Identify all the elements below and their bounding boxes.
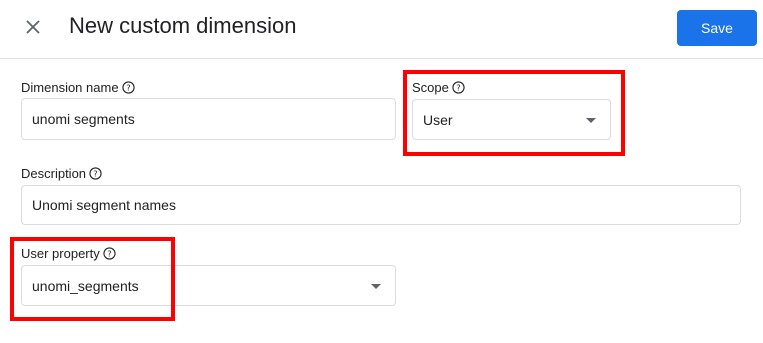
dialog-header: New custom dimension Save bbox=[0, 0, 763, 59]
save-button[interactable]: Save bbox=[677, 10, 757, 46]
user-property-selected-value: unomi_segments bbox=[32, 277, 139, 294]
dimension-name-label-text: Dimension name bbox=[21, 80, 119, 95]
dimension-name-field[interactable] bbox=[21, 98, 396, 140]
description-label-text: Description bbox=[21, 166, 87, 181]
user-property-label: User property ? bbox=[21, 246, 116, 261]
chevron-down-icon bbox=[586, 117, 596, 123]
help-icon[interactable]: ? bbox=[103, 247, 116, 260]
scope-label: Scope ? bbox=[412, 80, 465, 95]
dimension-name-label: Dimension name ? bbox=[21, 80, 135, 95]
scope-select[interactable]: User bbox=[412, 99, 611, 140]
scope-selected-value: User bbox=[423, 111, 453, 128]
svg-text:?: ? bbox=[126, 82, 130, 92]
description-field[interactable] bbox=[21, 185, 741, 225]
svg-text:?: ? bbox=[456, 82, 460, 92]
user-property-label-text: User property bbox=[21, 246, 100, 261]
help-icon[interactable]: ? bbox=[452, 81, 465, 94]
svg-text:?: ? bbox=[93, 168, 97, 178]
chevron-down-icon bbox=[371, 283, 381, 289]
user-property-select[interactable]: unomi_segments bbox=[21, 265, 396, 306]
description-input[interactable] bbox=[32, 197, 740, 213]
close-icon bbox=[26, 20, 40, 34]
help-icon[interactable]: ? bbox=[121, 81, 135, 94]
help-icon[interactable]: ? bbox=[89, 167, 102, 180]
close-button[interactable] bbox=[18, 12, 48, 42]
page-title: New custom dimension bbox=[69, 13, 297, 38]
scope-label-text: Scope bbox=[412, 80, 449, 95]
svg-text:?: ? bbox=[107, 248, 111, 258]
description-label: Description ? bbox=[21, 166, 102, 181]
dimension-name-input[interactable] bbox=[32, 111, 395, 127]
